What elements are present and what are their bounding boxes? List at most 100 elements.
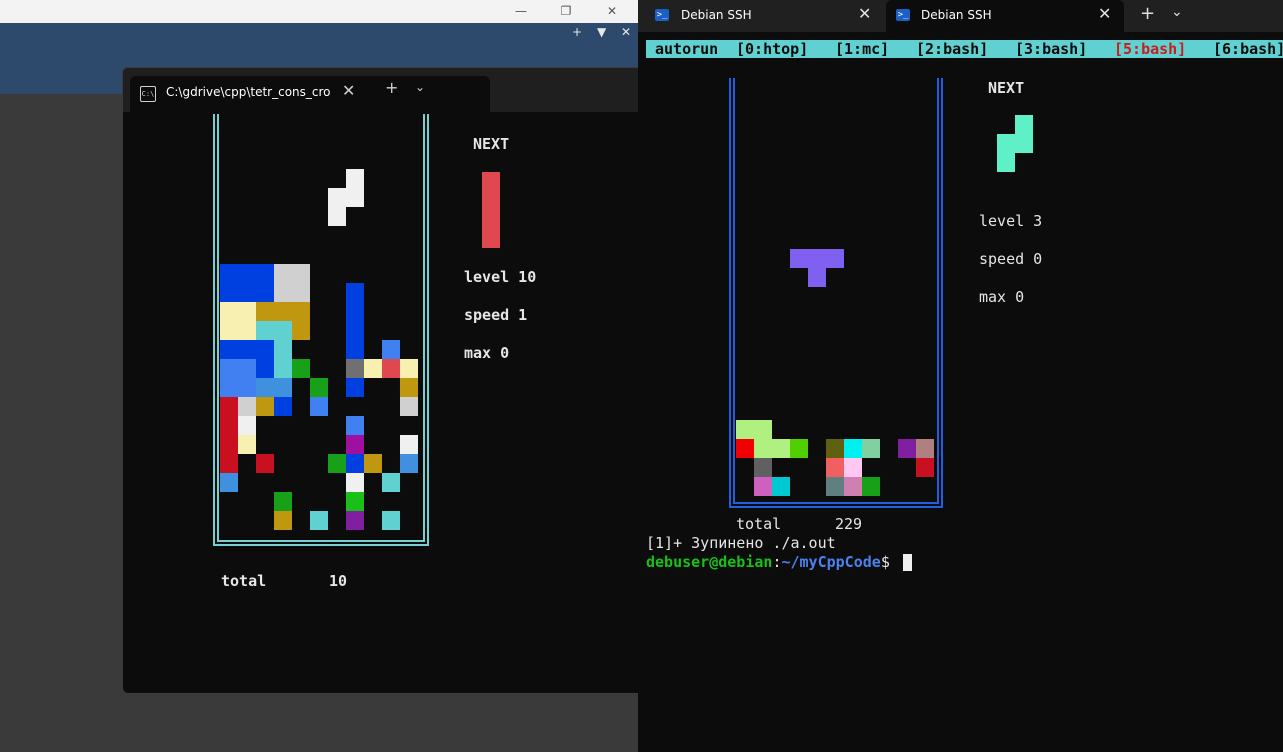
stacked-block [346,302,364,321]
max-text: max 0 [464,344,510,362]
falling-piece-block [808,268,826,287]
stacked-block [898,439,916,458]
background-window-titlebar: — ❐ ✕ [0,0,638,23]
stacked-block [382,359,400,378]
shell-prompt[interactable]: debuser@debian:~/myCppCode$ [646,553,912,571]
next-label: NEXT [988,79,1025,97]
stacked-block [220,302,238,321]
new-tab-icon[interactable]: + [385,78,398,97]
falling-piece-block [790,249,808,268]
minimize-icon[interactable]: — [512,2,530,20]
stacked-block [310,378,328,397]
next-piece-preview [482,172,500,248]
stacked-block [220,264,238,283]
stacked-block [346,416,364,435]
stacked-block [220,340,238,359]
stacked-block [826,477,844,496]
stacked-block [346,492,364,511]
stacked-block [220,378,238,397]
tab-debian-ssh-1[interactable]: >_ Debian SSH ✕ [638,0,884,32]
stacked-block [916,458,934,477]
stacked-block [274,340,292,359]
next-piece-block [482,210,500,229]
tab-dropdown-icon[interactable]: ⌄ [1171,4,1183,20]
restore-icon[interactable]: ❐ [557,2,575,20]
dropdown-icon[interactable]: ▼ [597,25,606,39]
left-terminal-tab[interactable]: C:\ C:\gdrive\cpp\tetr_cons_cropl ✕ [130,76,490,112]
tab-close-icon[interactable]: ✕ [1098,4,1111,23]
stacked-block [754,420,772,439]
cmd-icon: C:\ [140,86,156,102]
powershell-icon: >_ [896,9,910,21]
stacked-block [274,264,292,283]
falling-piece-block [808,249,826,268]
tab-dropdown-icon[interactable]: ⌄ [415,80,425,94]
stacked-block [256,283,274,302]
status-item-autorun[interactable]: autorun [655,40,718,58]
total-label: total [221,572,267,590]
stacked-block [400,359,418,378]
stacked-block [826,458,844,477]
right-terminal-tabbar: >_ Debian SSH ✕ >_ Debian SSH ✕ + ⌄ [638,0,1283,32]
stacked-block [364,454,382,473]
stacked-block [736,439,754,458]
stacked-block [844,439,862,458]
stacked-block [238,321,256,340]
falling-piece-block [328,188,346,207]
next-piece-block [997,153,1015,172]
left-terminal-window: C:\ C:\gdrive\cpp\tetr_cons_cropl ✕ + ⌄ … [122,67,640,694]
stacked-block [256,302,274,321]
stacked-block [754,458,772,477]
stacked-block [754,439,772,458]
stacked-block [382,340,400,359]
board-right-wall-inner [937,78,939,504]
status-item-bash-5[interactable]: [5:bash] [1114,40,1186,58]
tab-title: C:\gdrive\cpp\tetr_cons_cropl [166,85,331,99]
stacked-block [310,397,328,416]
stacked-block [346,378,364,397]
stacked-block [346,340,364,359]
status-item-bash-2[interactable]: [2:bash] [916,40,988,58]
text-cursor [902,554,912,571]
right-terminal-window: >_ Debian SSH ✕ >_ Debian SSH ✕ + ⌄ auto… [638,0,1283,752]
board-floor [729,506,943,508]
stacked-block [256,340,274,359]
stacked-block [220,435,238,454]
new-tab-icon[interactable]: + [1140,3,1155,24]
speed-text: speed 1 [464,306,528,324]
stacked-block [328,454,346,473]
left-terminal-tabbar: C:\ C:\gdrive\cpp\tetr_cons_cropl ✕ + ⌄ [123,68,639,112]
close-icon[interactable]: ✕ [603,2,621,20]
tmux-status-bar: autorun [0:htop] [1:mc] [2:bash] [3:bash… [646,40,1283,58]
falling-piece-block [328,207,346,226]
stacked-block [382,473,400,492]
tab-debian-ssh-2[interactable]: >_ Debian SSH ✕ [886,0,1124,32]
stacked-block [364,359,382,378]
stacked-block [238,416,256,435]
board-floor-inner [217,540,425,542]
next-label: NEXT [473,135,510,153]
stacked-block [238,283,256,302]
status-item-htop[interactable]: [0:htop] [736,40,808,58]
status-item-bash-3[interactable]: [3:bash] [1015,40,1087,58]
tab-close-icon[interactable]: ✕ [342,81,355,100]
next-piece-block [482,191,500,210]
stacked-block [346,359,364,378]
close-icon[interactable]: ✕ [621,25,631,39]
next-piece-block [1015,115,1033,134]
left-board-cells [220,112,420,540]
board-left-wall-inner [217,114,219,542]
stacked-block [826,439,844,458]
level-text: level 10 [464,268,537,286]
stacked-block [238,302,256,321]
stacked-block [238,397,256,416]
stacked-block [844,458,862,477]
status-item-mc[interactable]: [1:mc] [835,40,889,58]
stacked-block [238,359,256,378]
tab-close-icon[interactable]: ✕ [858,4,871,23]
total-value: 229 [835,515,863,533]
stacked-block [220,359,238,378]
add-icon[interactable]: + [572,25,582,39]
status-item-bash-6[interactable]: [6:bash] [1213,40,1283,58]
board-left-wall-inner [733,78,735,504]
